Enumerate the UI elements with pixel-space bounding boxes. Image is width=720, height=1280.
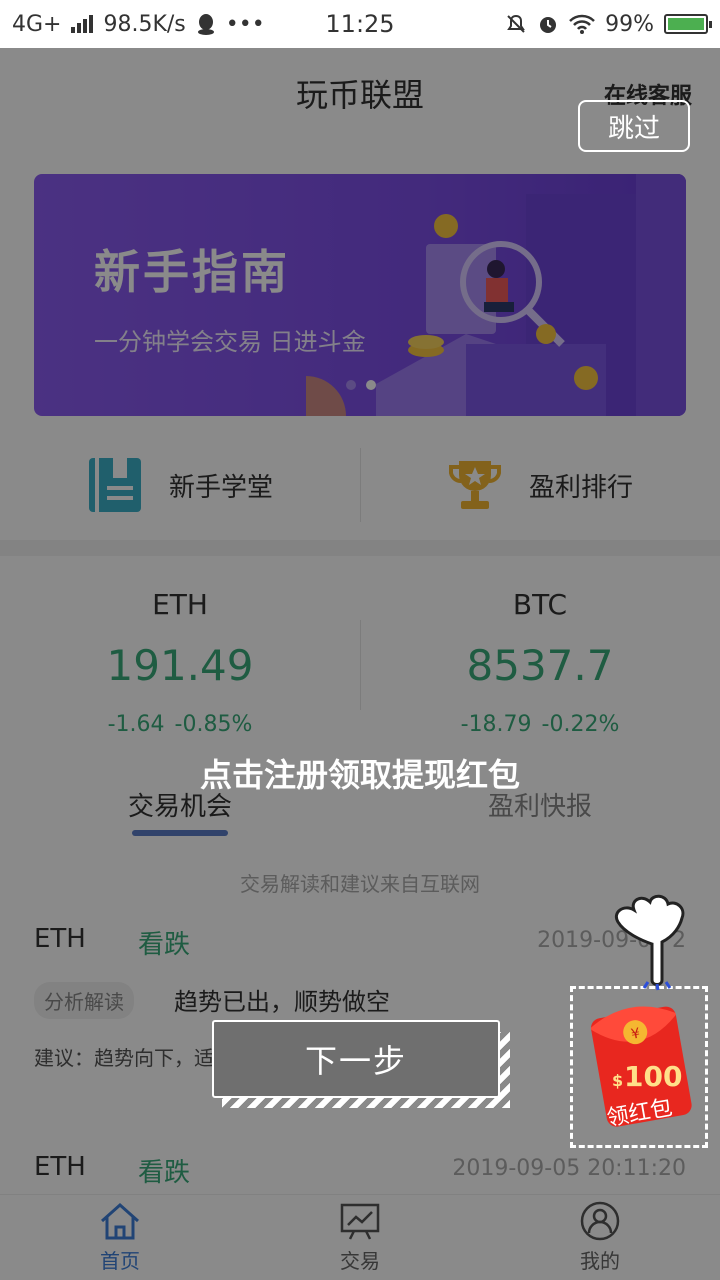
net-speed: 98.5K/s — [103, 11, 186, 37]
envelope-amount: 100 — [624, 1060, 682, 1093]
mute-icon — [507, 14, 525, 33]
envelope-currency: $ — [612, 1071, 623, 1090]
alarm-icon — [540, 17, 557, 33]
pointing-hand-icon — [615, 894, 685, 991]
red-envelope-icon[interactable]: ¥ $ 100 领红包 — [584, 990, 694, 1140]
battery-percent: 99% — [605, 11, 654, 37]
network-label: 4G+ — [12, 11, 62, 37]
guide-text: 点击注册领取提现红包 — [199, 756, 520, 794]
status-bar: 4G+ 98.5K/s ••• 11:25 99% — [0, 0, 720, 48]
qq-icon — [197, 14, 214, 35]
more-icon: ••• — [225, 11, 265, 37]
skip-button[interactable]: 跳过 — [578, 100, 690, 152]
signal-icon — [71, 15, 94, 33]
next-step-button[interactable]: 下一步 — [212, 1020, 500, 1098]
wifi-icon — [569, 14, 595, 34]
battery-icon — [664, 14, 712, 34]
next-step-wrapper: 下一步 — [212, 1020, 510, 1110]
